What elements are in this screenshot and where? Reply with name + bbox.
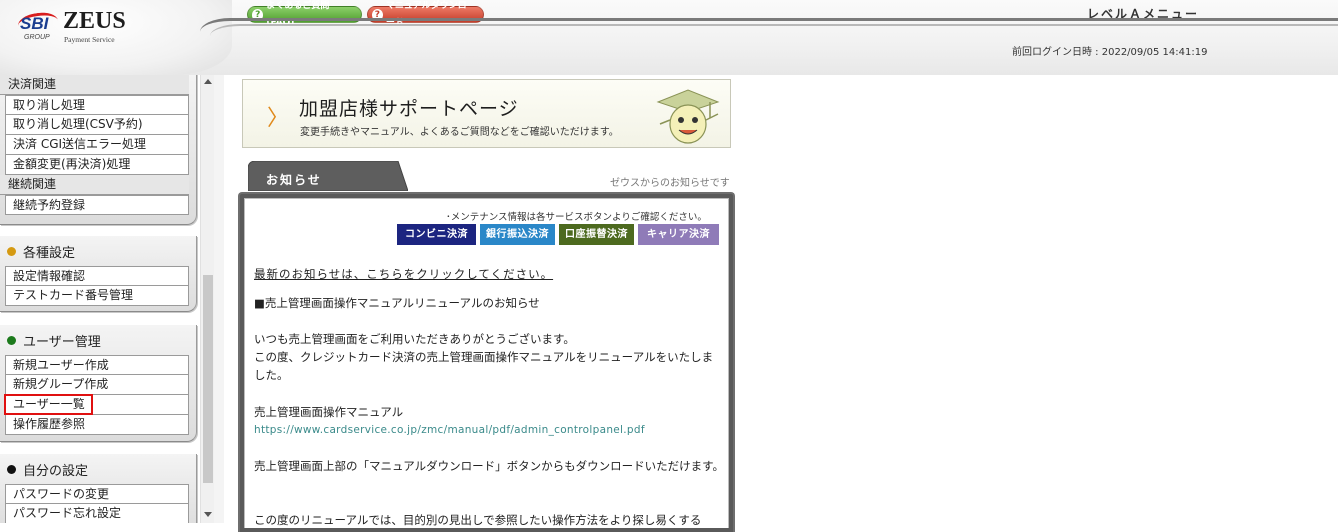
logo-name: ZEUS <box>63 8 126 34</box>
news-tab-label: お知らせ <box>266 173 322 187</box>
support-banner[interactable]: 〉 加盟店様サポートページ 変更手続きやマニュアル、よくあるご質問などをご確認い… <box>242 79 731 148</box>
sidebar-item-test-card[interactable]: テストカード番号管理 <box>5 286 189 306</box>
settings-panel: 各種設定 設定情報確認 テストカード番号管理 <box>0 236 197 312</box>
news-paragraph: いつも売上管理画面をご利用いただきありがとうございます。 <box>254 332 575 346</box>
service-button-convenience[interactable]: コンビニ決済 <box>397 224 476 245</box>
sidebar-item-new-group[interactable]: 新規グループ作成 <box>5 375 189 395</box>
sidebar-item-cancel[interactable]: 取り消し処理 <box>5 95 189 115</box>
news-box: ･メンテナンス情報は各サービスボタンよりご確認ください。 コンビニ決済 銀行振込… <box>238 192 735 532</box>
service-button-bank-transfer[interactable]: 銀行振込決済 <box>480 224 555 245</box>
logo-subtitle: Payment Service <box>64 35 115 44</box>
user-management-panel: ユーザー管理 新規ユーザー作成 新規グループ作成 ユーザー一覧 操作履歴参照 <box>0 325 197 442</box>
sidebar-item-operation-history[interactable]: 操作履歴参照 <box>5 415 189 435</box>
user-management-header[interactable]: ユーザー管理 <box>0 325 196 355</box>
chevron-right-icon: 〉 <box>267 106 290 131</box>
scroll-up-icon[interactable] <box>204 79 212 84</box>
news-paragraph: この度のリニューアルでは、目的別の見出しで参照したい操作方法をより探し易くする <box>254 513 702 527</box>
news-source-note: ゼウスからのお知らせです <box>610 178 730 189</box>
sidebar-item-new-user[interactable]: 新規ユーザー作成 <box>5 355 189 375</box>
highlight-box <box>4 394 93 415</box>
mascot-icon <box>656 89 720 144</box>
sidebar: 決済関連 取り消し処理 取り消し処理(CSV予約) 決済 CGI送信エラー処理 … <box>0 75 200 523</box>
user-management-title: ユーザー管理 <box>23 334 101 350</box>
sidebar-item-continuous-register[interactable]: 継続予約登録 <box>5 195 189 215</box>
sidebar-item-password-change[interactable]: パスワードの変更 <box>5 484 189 504</box>
sidebar-scrollbar[interactable] <box>200 75 214 523</box>
my-settings-title: 自分の設定 <box>23 463 89 479</box>
scroll-thumb[interactable] <box>203 275 213 483</box>
sidebar-item-cancel-csv[interactable]: 取り消し処理(CSV予約) <box>5 115 189 135</box>
header-divider-secondary <box>210 24 1338 40</box>
main-content: 〉 加盟店様サポートページ 変更手続きやマニュアル、よくあるご質問などをご確認い… <box>224 75 749 532</box>
sidebar-item-cgi-error[interactable]: 決済 CGI送信エラー処理 <box>5 135 189 155</box>
manual-url-link[interactable]: https://www.cardservice.co.jp/zmc/manual… <box>254 421 724 439</box>
bullet-icon <box>7 464 16 474</box>
latest-news-link[interactable]: 最新のお知らせは、こちらをクリックしてください。 <box>254 265 724 283</box>
bullet-icon <box>7 335 16 345</box>
news-paragraph: この度、クレジットカード決済の売上管理画面操作マニュアルをリニューアルをいたしま… <box>254 350 714 382</box>
banner-subtitle: 変更手続きやマニュアル、よくあるご質問などをご確認いただけます。 <box>300 127 619 138</box>
sidebar-scroll-area: 決済関連 取り消し処理 取り消し処理(CSV予約) 決済 CGI送信エラー処理 … <box>0 75 198 523</box>
logo-brand: SBI <box>20 14 49 33</box>
manual-label: 売上管理画面操作マニュアル <box>254 405 404 419</box>
scroll-down-icon[interactable] <box>204 512 212 517</box>
my-settings-header[interactable]: 自分の設定 <box>0 454 196 484</box>
settings-header[interactable]: 各種設定 <box>0 236 196 266</box>
news-content: ･メンテナンス情報は各サービスボタンよりご確認ください。 コンビニ決済 銀行振込… <box>244 198 729 528</box>
sidebar-section-continuous: 継続関連 <box>0 175 189 195</box>
sidebar-item-amount-change[interactable]: 金額変更(再決済)処理 <box>5 155 189 175</box>
sidebar-section-settlement: 決済関連 <box>0 75 189 95</box>
sidebar-item-password-forgot[interactable]: パスワード忘れ設定 <box>5 504 189 523</box>
service-button-carrier[interactable]: キャリア決済 <box>638 224 719 245</box>
sidebar-item-user-list[interactable]: ユーザー一覧 <box>4 394 189 415</box>
my-settings-panel: 自分の設定 パスワードの変更 パスワード忘れ設定 <box>0 454 197 523</box>
logo[interactable]: SBI GROUP ZEUS Payment Service <box>0 0 232 75</box>
settings-title: 各種設定 <box>23 245 76 261</box>
banner-title: 加盟店様サポートページ <box>299 98 519 120</box>
news-paragraph: 売上管理画面上部の「マニュアルダウンロード」ボタンからもダウンロードいただけます… <box>254 459 724 473</box>
last-login-info: 前回ログイン日時 : 2022/09/05 14:41:19 <box>1012 47 1208 58</box>
service-button-account-transfer[interactable]: 口座振替決済 <box>559 224 634 245</box>
sidebar-item-settings-info[interactable]: 設定情報確認 <box>5 266 189 286</box>
header: SBI GROUP ZEUS Payment Service ? よくあるご質問… <box>0 0 1338 75</box>
bullet-icon <box>7 246 16 256</box>
maintenance-note: ･メンテナンス情報は各サービスボタンよりご確認ください。 <box>446 212 707 223</box>
logo-group: GROUP <box>24 34 50 41</box>
main-gutter <box>214 75 224 523</box>
news-heading: ■売上管理画面操作マニュアルリニューアルのお知らせ <box>254 296 540 310</box>
settlement-panel: 決済関連 取り消し処理 取り消し処理(CSV予約) 決済 CGI送信エラー処理 … <box>0 75 197 225</box>
